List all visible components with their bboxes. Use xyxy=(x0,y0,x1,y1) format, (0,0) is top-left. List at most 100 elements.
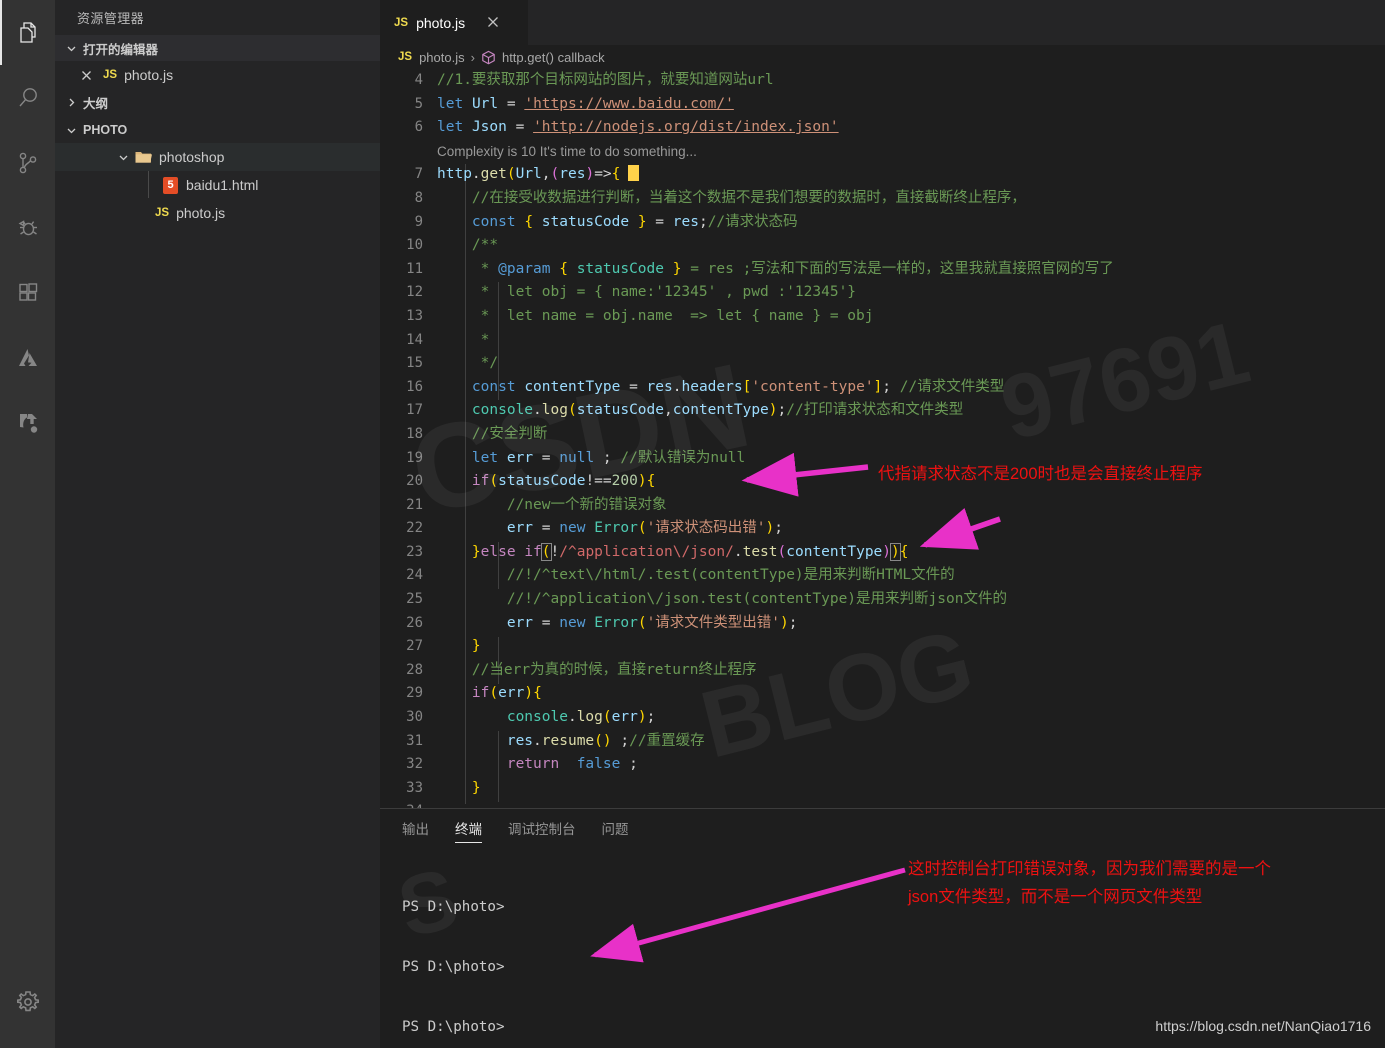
line-content: return false ; xyxy=(506,756,638,773)
code-line: 16 const contentType = res.headers['cont… xyxy=(380,376,1385,400)
tab-close-icon[interactable] xyxy=(487,15,499,31)
sidebar-section-photo[interactable]: PHOTO xyxy=(55,117,380,143)
line-content: * xyxy=(437,331,490,348)
code-editor[interactable]: 4 //1.要获取那个目标网站的图片，就要知道网站url 5 let Url = '… xyxy=(380,69,1385,808)
line-content: } xyxy=(471,779,481,796)
html5-file-icon: 5 xyxy=(163,176,178,194)
tree-item-label: baidu1.html xyxy=(186,177,259,193)
line-content: */ xyxy=(437,355,499,372)
tree-item-label: photo.js xyxy=(176,205,226,221)
line-number: 18 xyxy=(406,425,423,442)
line-number: 33 xyxy=(406,779,423,796)
activity-bar-item-extensions[interactable] xyxy=(0,260,55,325)
code-line: 34 xyxy=(380,800,1385,808)
tree-item-label: photoshop xyxy=(159,149,225,165)
line-number: 10 xyxy=(406,237,423,254)
line-content: //1.要获取那个目标网站的图片，就要知道网站url xyxy=(437,72,774,88)
open-editor-item-photo-js[interactable]: JS photo.js xyxy=(55,61,380,89)
line-number: 13 xyxy=(406,307,423,324)
code-line: 30 console.log(err); xyxy=(380,706,1385,730)
tree-indent-guide xyxy=(148,171,149,198)
code-line: 18 //安全判断 xyxy=(380,423,1385,447)
line-content: err = new Error('请求状态码出错'); xyxy=(506,520,784,537)
js-file-icon: JS xyxy=(398,51,413,63)
line-number: 22 xyxy=(406,520,423,537)
js-file-icon: JS xyxy=(103,69,118,81)
line-number: 4 xyxy=(414,72,423,88)
activity-bar-item-azure[interactable] xyxy=(0,325,55,390)
panel-tab-problems[interactable]: 问题 xyxy=(602,809,629,847)
text-cursor xyxy=(628,165,640,182)
line-number: 28 xyxy=(406,661,423,678)
code-line: 26 err = new Error('请求文件类型出错'); xyxy=(380,612,1385,636)
editor-area: JS photo.js JS photo.js › http.get() cal… xyxy=(380,0,1385,808)
line-content: } xyxy=(471,638,481,655)
close-icon[interactable] xyxy=(77,70,95,81)
tree-item-baidu1-html[interactable]: 5 baidu1.html xyxy=(55,171,380,199)
tree-item-photo-js[interactable]: JS photo.js xyxy=(55,199,380,227)
line-number: 25 xyxy=(406,591,423,608)
debug-icon xyxy=(15,215,41,241)
activity-bar-item-explorer[interactable] xyxy=(0,0,55,65)
chevron-down-icon xyxy=(63,40,79,56)
line-number: 23 xyxy=(406,543,423,560)
codelens-line[interactable]: Complexity is 10 It's time to do somethi… xyxy=(380,140,1385,164)
sidebar-section-outline[interactable]: 大纲 xyxy=(55,89,380,115)
codelens-text[interactable]: Complexity is 10 It's time to do somethi… xyxy=(437,140,697,164)
code-line: 12 * let obj = { name:'12345' , pwd :'12… xyxy=(380,281,1385,305)
line-content: * @param { statusCode } = res ;写法和下面的写法是… xyxy=(437,260,1114,277)
line-content: //在接受收数据进行判断，当着这个数据不是我们想要的数据时，直接截断终止程序， xyxy=(437,189,1026,206)
code-line: 7 http.get(Url,(res)=>{ xyxy=(380,163,1385,187)
activity-bar-item-live-share[interactable] xyxy=(0,390,55,455)
panel-tab-output[interactable]: 输出 xyxy=(402,809,429,847)
code-line: 4 //1.要获取那个目标网站的图片，就要知道网站url xyxy=(380,69,1385,93)
activity-bar-item-search[interactable] xyxy=(0,65,55,130)
line-content: http.get(Url,(res)=>{ xyxy=(437,163,640,187)
azure-icon xyxy=(15,346,41,370)
editor-tab-label: photo.js xyxy=(416,15,466,31)
line-number: 24 xyxy=(406,567,423,584)
code-line: 13 * let name = obj.name => let { name }… xyxy=(380,305,1385,329)
panel-tab-terminal[interactable]: 终端 xyxy=(455,809,482,847)
line-content: let Json = 'http://nodejs.org/dist/index… xyxy=(437,119,839,136)
sidebar-title: 资源管理器 xyxy=(77,11,145,26)
code-line: 27 } xyxy=(380,635,1385,659)
code-line: 17 console.log(statusCode,contentType);/… xyxy=(380,399,1385,423)
code-line: 19 let err = null ; //默认错误为null xyxy=(380,447,1385,471)
panel-tab-debug-console[interactable]: 调试控制台 xyxy=(508,809,576,847)
tree-item-photoshop[interactable]: photoshop xyxy=(55,143,380,171)
line-number: 19 xyxy=(406,449,423,466)
blog-url-watermark: https://blog.csdn.net/NanQiao1716 xyxy=(1155,1018,1371,1034)
activity-bar-item-settings[interactable] xyxy=(0,969,55,1034)
line-number: 9 xyxy=(414,213,423,230)
activity-bar-item-debug[interactable] xyxy=(0,195,55,260)
line-content: /** xyxy=(437,237,499,254)
line-number: 31 xyxy=(406,732,423,749)
editor-tab-photo-js[interactable]: JS photo.js xyxy=(380,0,528,45)
sidebar-section-label: 打开的编辑器 xyxy=(83,42,159,57)
breadcrumb-separator: › xyxy=(470,49,475,65)
code-line: 20 if(statusCode!==200){ xyxy=(380,470,1385,494)
chevron-down-icon xyxy=(115,149,131,165)
line-number: 8 xyxy=(414,189,423,206)
line-number: 27 xyxy=(406,638,423,655)
line-number: 5 xyxy=(414,95,423,112)
code-line: 11 * @param { statusCode } = res ;写法和下面的… xyxy=(380,258,1385,282)
code-line: 9 const { statusCode } = res;//请求状态码 xyxy=(380,211,1385,235)
line-content: * let name = obj.name => let { name } = … xyxy=(437,307,874,324)
code-line: 23 }else if(!/^application\/json/.test(c… xyxy=(380,541,1385,565)
activity-bar xyxy=(0,0,55,1048)
code-line: 21 //new一个新的错误对象 xyxy=(380,494,1385,518)
line-number: 16 xyxy=(406,378,423,395)
breadcrumb-symbol[interactable]: http.get() callback xyxy=(502,50,605,65)
sidebar-section-label: 大纲 xyxy=(83,96,109,111)
activity-bar-item-source-control[interactable] xyxy=(0,130,55,195)
code-line: 32 return false ; xyxy=(380,753,1385,777)
sidebar-section-label: PHOTO xyxy=(83,123,128,137)
line-content: //!/^text\/html/.test(contentType)是用来判断H… xyxy=(437,567,955,584)
code-line: 8 //在接受收数据进行判断，当着这个数据不是我们想要的数据时，直接截断终止程序… xyxy=(380,187,1385,211)
sidebar-section-open-editors[interactable]: 打开的编辑器 xyxy=(55,35,380,61)
breadcrumb-file[interactable]: photo.js xyxy=(419,50,465,65)
source-control-icon xyxy=(15,150,41,176)
terminal-line: PS D:\photo> xyxy=(402,899,505,915)
